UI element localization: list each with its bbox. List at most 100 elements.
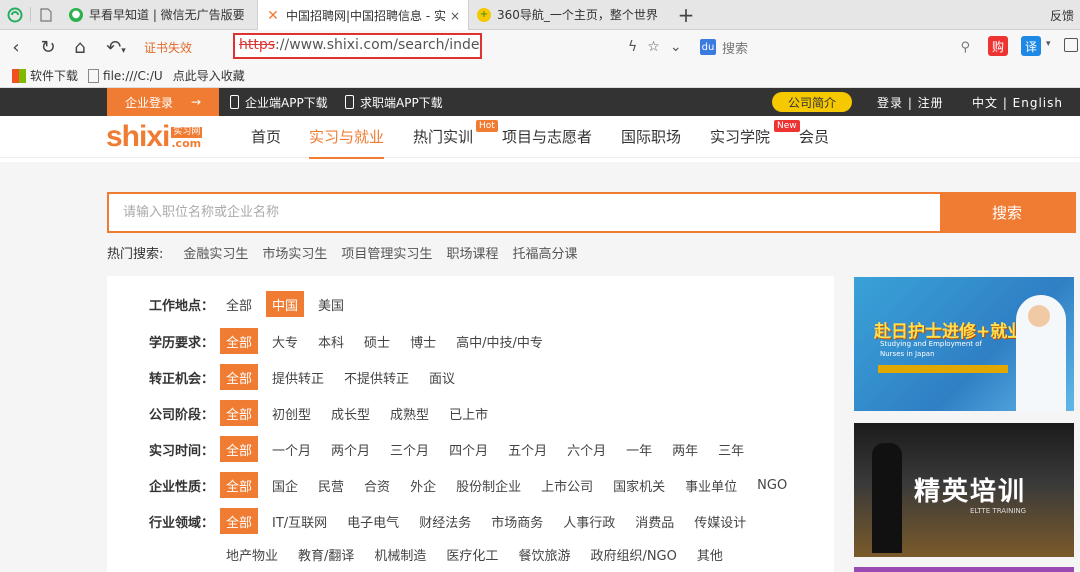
cert-warning[interactable]: 证书失效 [144, 39, 192, 56]
filter-option[interactable]: 三个月 [384, 436, 435, 462]
lightning-icon[interactable]: ϟ [628, 39, 637, 55]
filter-option[interactable]: 传媒设计 [688, 508, 752, 534]
tab-wechat[interactable]: ● 早看早知道 | 微信无广告版要 [61, 0, 257, 29]
hot-search-item[interactable]: 项目管理实习生 [341, 243, 432, 262]
filter-option[interactable]: 已上市 [443, 400, 494, 426]
filter-option[interactable]: 成长型 [325, 400, 376, 426]
shopping-ext-icon[interactable]: 购 [988, 36, 1008, 56]
filter-option[interactable]: 不提供转正 [338, 364, 415, 390]
filter-option[interactable]: 全部 [220, 436, 259, 462]
filter-option[interactable]: 市场商务 [485, 508, 549, 534]
filter-option[interactable]: 全部 [220, 291, 258, 317]
filter-option[interactable]: 博士 [404, 328, 442, 354]
feedback-link[interactable]: 反馈 [1050, 7, 1074, 24]
address-bar[interactable]: https://www.shixi.com/search/index? [233, 33, 482, 59]
nav-membership[interactable]: 会员 [799, 126, 829, 147]
login-register-link[interactable]: 登录 | 注册 [877, 88, 944, 116]
filter-option[interactable]: 外企 [404, 472, 442, 498]
filter-option[interactable]: 教育/翻译 [292, 541, 360, 567]
browser-logo-icon[interactable] [0, 0, 30, 29]
nav-international[interactable]: 国际职场 [621, 126, 681, 147]
filter-option[interactable]: 政府组织/NGO [584, 541, 682, 567]
filter-option[interactable]: 财经法务 [413, 508, 477, 534]
filter-option[interactable]: 一年 [620, 436, 658, 462]
filter-option[interactable]: 事业单位 [679, 472, 743, 498]
filter-option[interactable]: 中国 [266, 291, 305, 317]
search-icon[interactable]: ⚲ [960, 40, 970, 55]
search-engine-icon[interactable]: du [700, 39, 716, 55]
ad-banner-partial[interactable] [854, 567, 1074, 572]
page-icon[interactable] [31, 0, 61, 29]
filter-option[interactable]: 地产物业 [220, 541, 284, 567]
nav-internship-jobs[interactable]: 实习与就业 [309, 126, 385, 159]
star-icon[interactable]: ☆ [647, 39, 660, 55]
apps-grid-icon[interactable] [1064, 38, 1078, 52]
new-tab-button[interactable]: + [669, 0, 703, 29]
corp-app-download[interactable]: 企业端APP下载 [230, 88, 328, 116]
filter-option[interactable]: 初创型 [266, 400, 317, 426]
filter-option[interactable]: 本科 [312, 328, 350, 354]
close-tab-icon[interactable]: × [450, 9, 460, 23]
nav-projects-volunteers[interactable]: 项目与志愿者 [502, 126, 592, 147]
bookmark-software[interactable]: 软件下载 [12, 67, 78, 84]
filter-option[interactable]: 股份制企业 [450, 472, 527, 498]
filter-option[interactable]: 国家机关 [607, 472, 671, 498]
filter-option[interactable]: 六个月 [561, 436, 612, 462]
filter-option[interactable]: 硕士 [358, 328, 396, 354]
chevron-down-icon[interactable]: ⌄ [670, 39, 682, 55]
filter-option[interactable]: IT/互联网 [266, 508, 333, 534]
filter-option[interactable]: 一个月 [266, 436, 317, 462]
filter-option[interactable]: 全部 [220, 328, 259, 354]
filter-option[interactable]: 两个月 [325, 436, 376, 462]
bookmark-file[interactable]: file:///C:/U [88, 68, 163, 83]
undo-button[interactable]: ↶▾ [96, 37, 136, 58]
filter-option[interactable]: 五个月 [502, 436, 553, 462]
filter-option[interactable]: NGO [751, 472, 793, 498]
filter-option[interactable]: 民营 [312, 472, 350, 498]
ad-banner-elite-training[interactable]: 精英培训 ELTTE TRAINING [854, 423, 1074, 557]
nav-hot-training[interactable]: 热门实训 [413, 126, 473, 147]
hot-search-item[interactable]: 托福高分课 [512, 243, 577, 262]
nav-home[interactable]: 首页 [251, 126, 281, 147]
filter-option[interactable]: 四个月 [443, 436, 494, 462]
filter-option[interactable]: 医疗化工 [440, 541, 504, 567]
reload-button[interactable]: ↻ [32, 37, 64, 58]
ad-banner-nurses-japan[interactable]: 赴日护士进修+就业 Studying and Employment of Nur… [854, 277, 1074, 411]
filter-option[interactable]: 餐饮旅游 [512, 541, 576, 567]
filter-option[interactable]: 提供转正 [266, 364, 330, 390]
nav-academy[interactable]: 实习学院 [710, 126, 770, 147]
corp-login-button[interactable]: 企业登录 → [107, 88, 219, 116]
job-search-input[interactable] [109, 194, 940, 231]
filter-option[interactable]: 消费品 [629, 508, 680, 534]
tab-360[interactable]: + 360导航_一个主页，整个世界 [469, 0, 669, 29]
language-switch[interactable]: 中文 | English [972, 88, 1063, 116]
filter-option[interactable]: 成熟型 [384, 400, 435, 426]
browser-search-box[interactable]: du 搜索 ⚲ [700, 36, 980, 58]
filter-option[interactable]: 电子电气 [341, 508, 405, 534]
filter-option[interactable]: 全部 [220, 400, 259, 426]
filter-option[interactable]: 其他 [691, 541, 729, 567]
filter-option[interactable]: 面议 [423, 364, 461, 390]
filter-option[interactable]: 人事行政 [557, 508, 621, 534]
filter-option[interactable]: 全部 [220, 508, 259, 534]
filter-option[interactable]: 高中/中技/中专 [450, 328, 549, 354]
hot-search-item[interactable]: 金融实习生 [183, 243, 248, 262]
ext-menu-icon[interactable]: ▾ [1046, 39, 1051, 49]
filter-option[interactable]: 国企 [266, 472, 304, 498]
translate-ext-icon[interactable]: 译 [1021, 36, 1041, 56]
filter-option[interactable]: 机械制造 [368, 541, 432, 567]
search-button[interactable]: 搜索 [940, 194, 1074, 231]
filter-option[interactable]: 两年 [666, 436, 704, 462]
filter-option[interactable]: 全部 [220, 364, 259, 390]
filter-option[interactable]: 全部 [220, 472, 259, 498]
filter-option[interactable]: 上市公司 [535, 472, 599, 498]
back-button[interactable]: ‹ [0, 37, 32, 58]
hot-search-item[interactable]: 市场实习生 [262, 243, 327, 262]
filter-option[interactable]: 大专 [266, 328, 304, 354]
filter-option[interactable]: 三年 [712, 436, 750, 462]
home-button[interactable]: ⌂ [64, 37, 96, 58]
filter-option[interactable]: 合资 [358, 472, 396, 498]
hot-search-item[interactable]: 职场课程 [446, 243, 498, 262]
site-logo[interactable]: shixi 实习网 .com [106, 122, 203, 152]
tab-shixi[interactable]: ✕ 中国招聘网|中国招聘信息 - 实 × [257, 0, 469, 31]
